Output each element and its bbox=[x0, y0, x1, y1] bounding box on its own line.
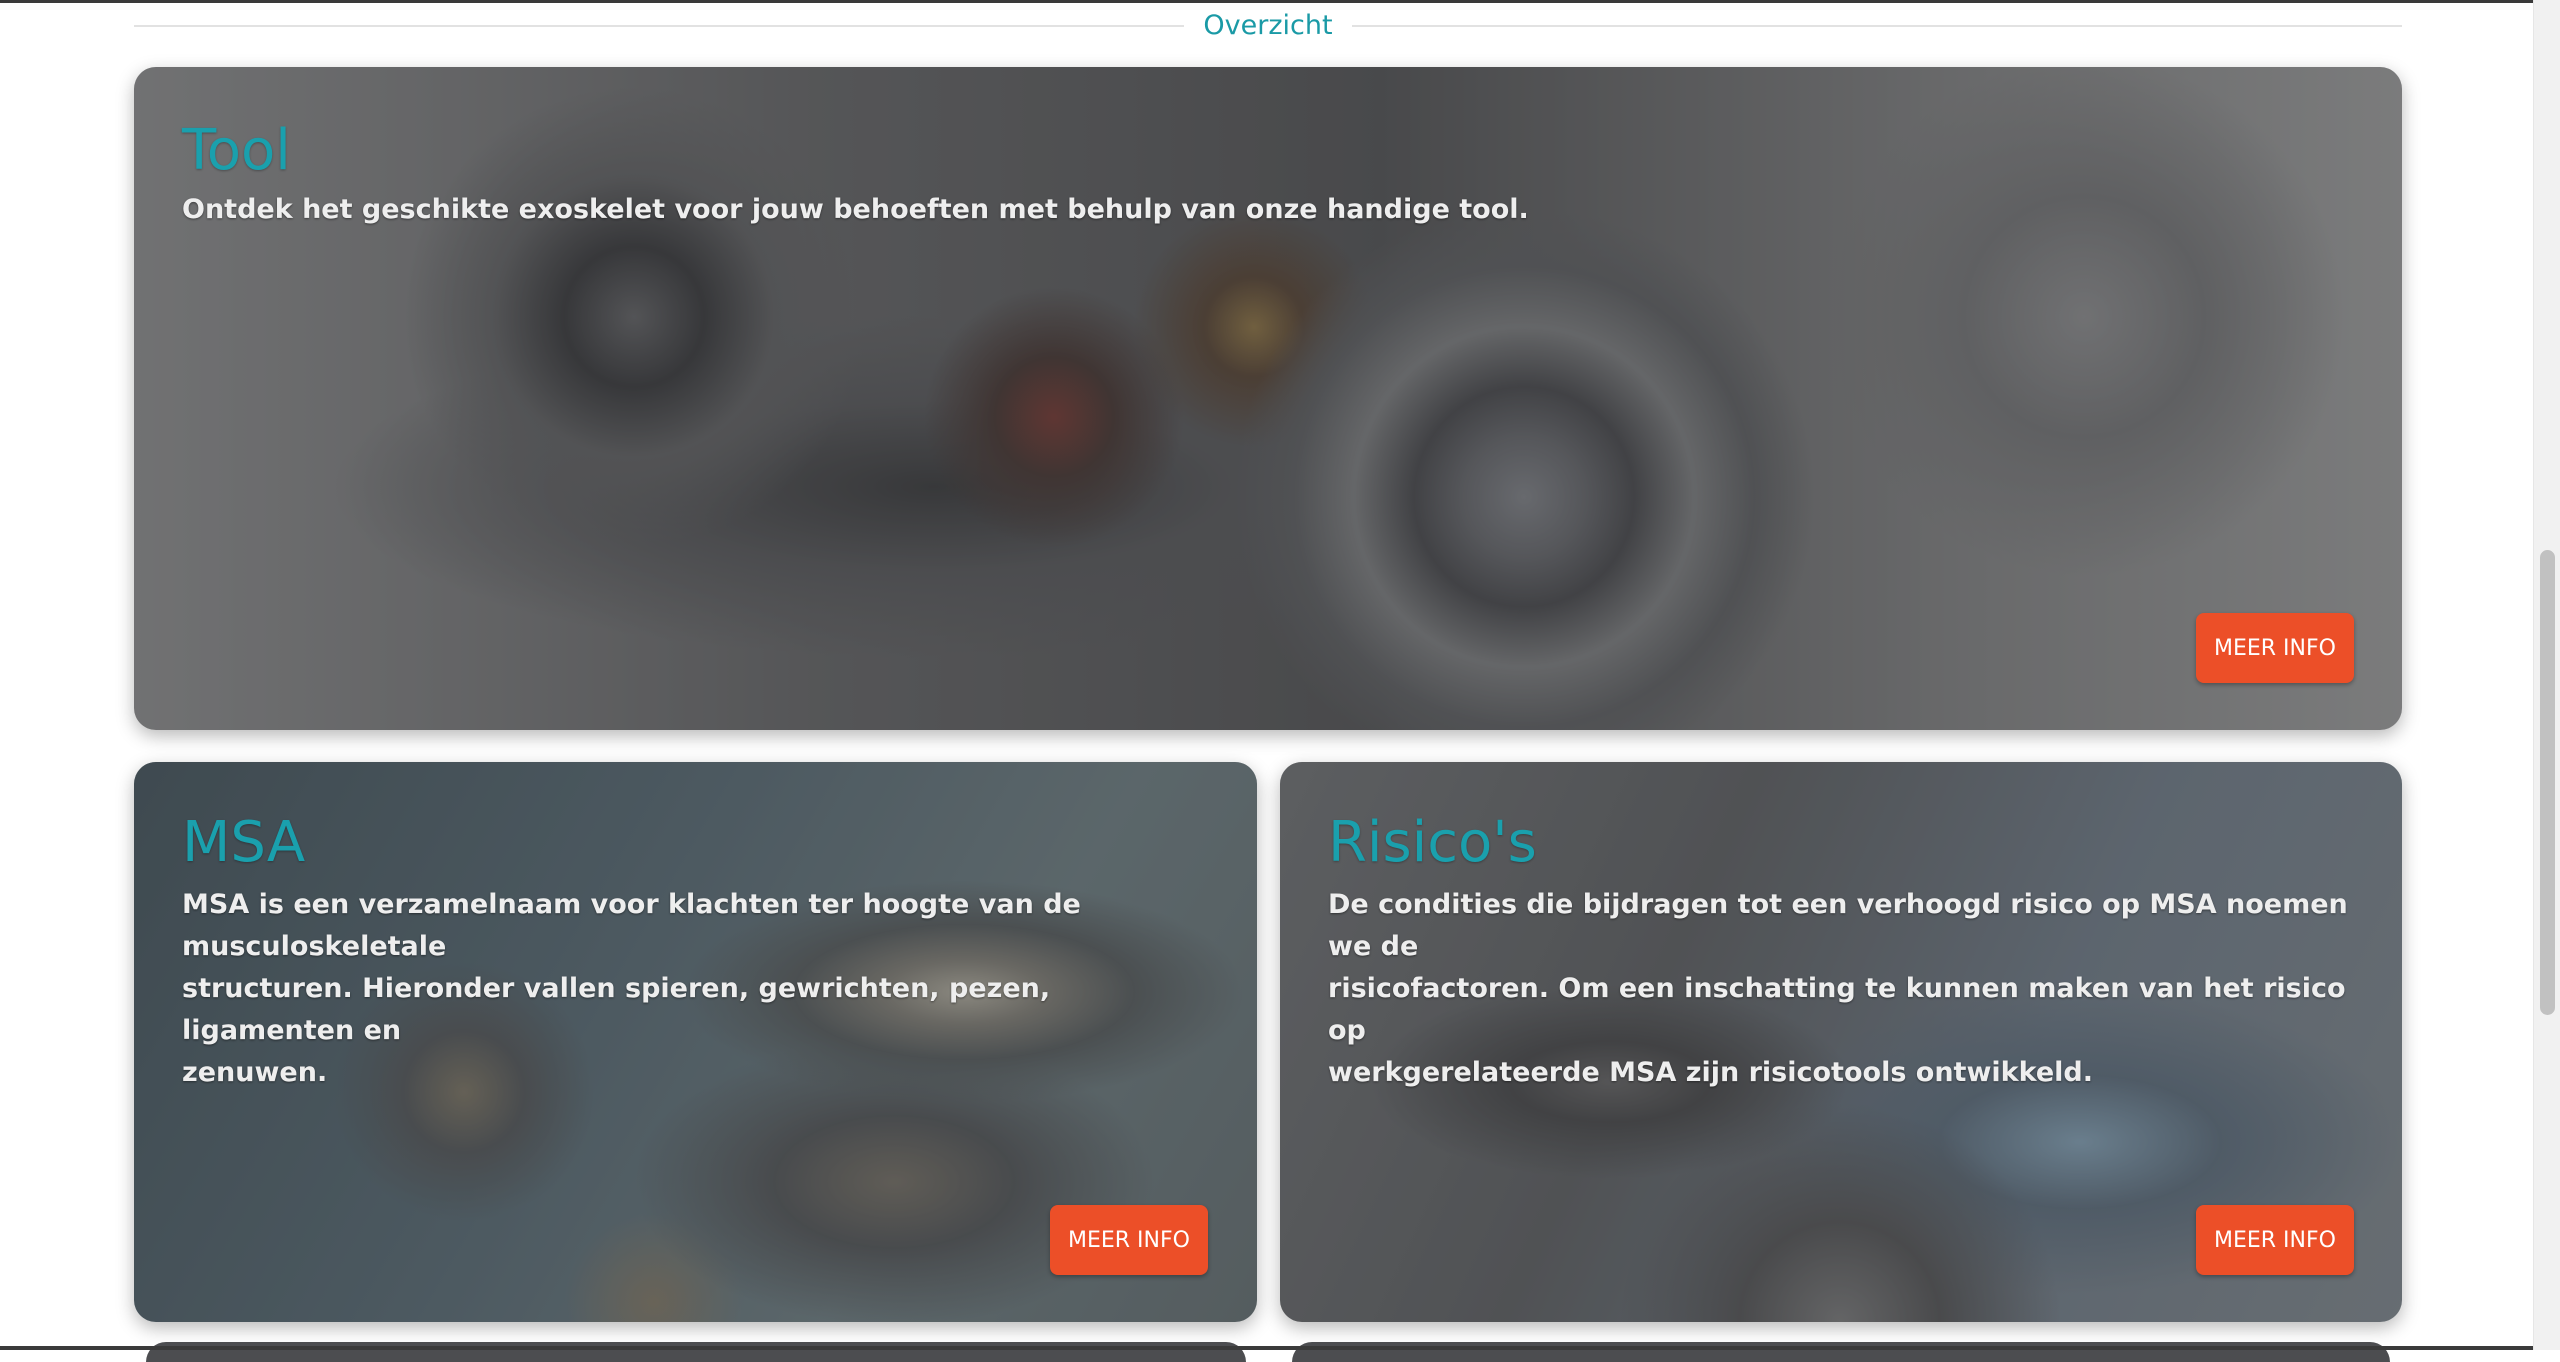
msa-meer-info-button[interactable]: MEER INFO bbox=[1050, 1205, 1208, 1275]
card-risicos[interactable]: Risico's De condities die bijdragen tot … bbox=[1280, 762, 2402, 1322]
window-bottom-border bbox=[0, 1346, 2533, 1350]
card-msa-description: MSA is een verzamelnaam voor klachten te… bbox=[182, 884, 1222, 1094]
card-msa-title: MSA bbox=[182, 810, 306, 875]
card-msa[interactable]: MSA MSA is een verzamelnaam voor klachte… bbox=[134, 762, 1257, 1322]
scrollbar-thumb[interactable] bbox=[2540, 550, 2555, 1015]
card-overlay bbox=[134, 67, 2402, 730]
card-risicos-description-line: risicofactoren. Om een inschatting te ku… bbox=[1328, 973, 2346, 1046]
section-header: Overzicht bbox=[134, 8, 2402, 44]
page-content: Overzicht Tool Ontdek het geschikte exos… bbox=[0, 0, 2533, 1362]
card-risicos-title: Risico's bbox=[1328, 810, 1537, 875]
section-divider-right bbox=[1352, 25, 2402, 27]
card-risicos-description: De condities die bijdragen tot een verho… bbox=[1328, 884, 2368, 1094]
card-risicos-description-line: De condities die bijdragen tot een verho… bbox=[1328, 889, 2348, 962]
card-tool[interactable]: Tool Ontdek het geschikte exoskelet voor… bbox=[134, 67, 2402, 730]
card-tool-title: Tool bbox=[182, 118, 291, 183]
card-msa-description-line: MSA is een verzamelnaam voor klachten te… bbox=[182, 889, 1081, 962]
next-card-right-partial bbox=[1292, 1342, 2390, 1362]
risicos-meer-info-button[interactable]: MEER INFO bbox=[2196, 1205, 2354, 1275]
card-msa-description-line: structuren. Hieronder vallen spieren, ge… bbox=[182, 973, 1051, 1046]
card-msa-description-line: zenuwen. bbox=[182, 1057, 328, 1088]
section-title: Overzicht bbox=[1203, 10, 1333, 41]
next-card-left-partial bbox=[146, 1342, 1246, 1362]
vertical-scrollbar[interactable] bbox=[2533, 0, 2560, 1350]
tool-meer-info-button[interactable]: MEER INFO bbox=[2196, 613, 2354, 683]
section-divider-left bbox=[134, 25, 1184, 27]
card-risicos-description-line: werkgerelateerde MSA zijn risicotools on… bbox=[1328, 1057, 2094, 1088]
card-tool-description: Ontdek het geschikte exoskelet voor jouw… bbox=[182, 194, 1529, 225]
